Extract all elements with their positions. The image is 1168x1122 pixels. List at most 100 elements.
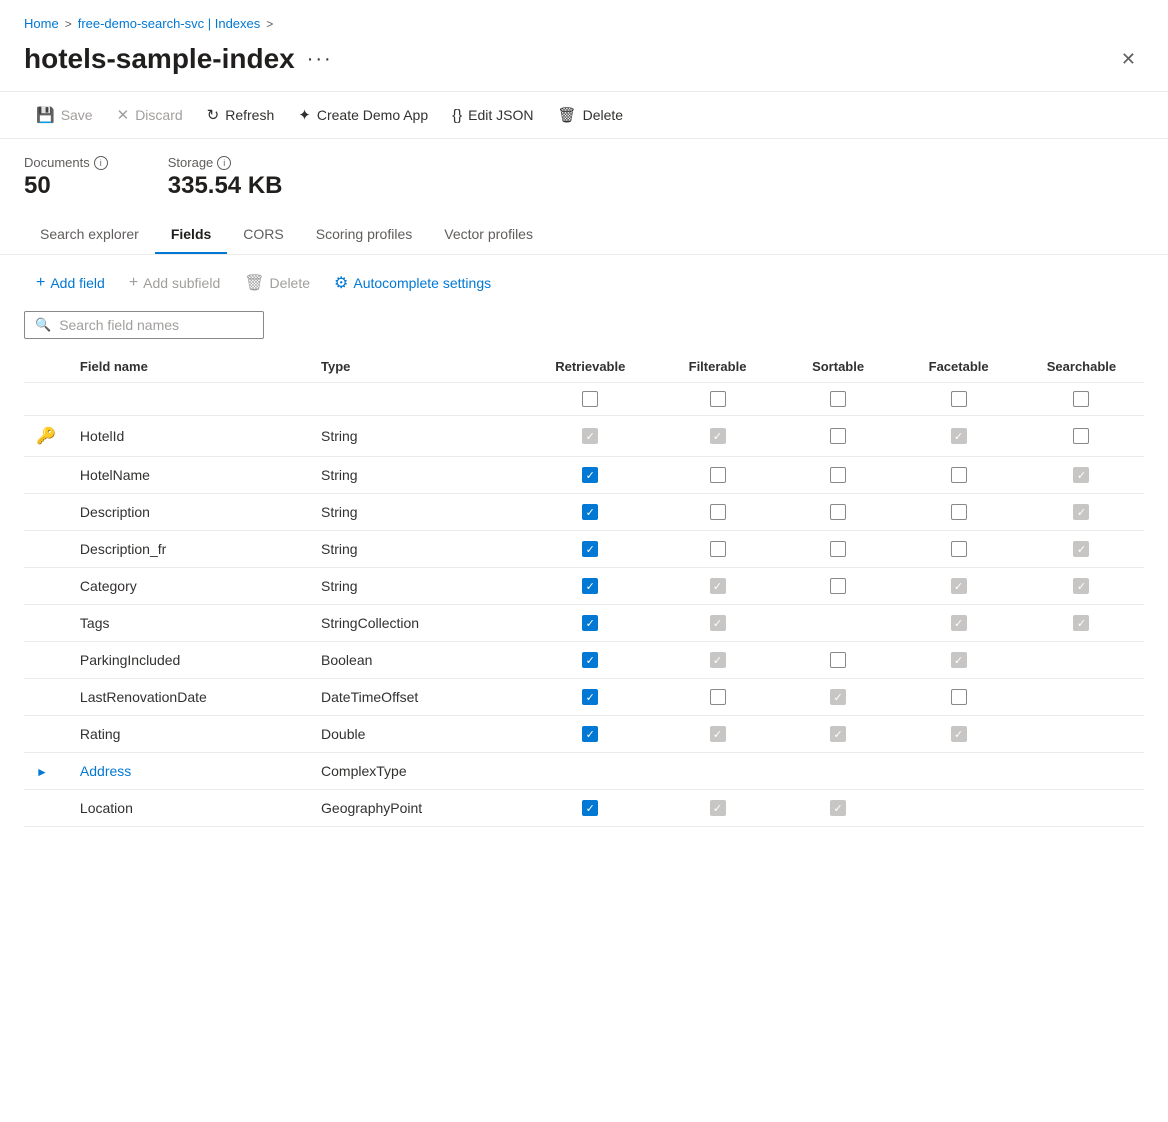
refresh-icon: ↻ xyxy=(207,106,220,124)
edit-json-button[interactable]: {} Edit JSON xyxy=(440,101,545,130)
field-filterable-cell xyxy=(657,790,778,827)
field-type-cell: String xyxy=(309,568,523,605)
checkbox-checked-blue[interactable] xyxy=(582,652,598,668)
checkbox-checked-gray[interactable] xyxy=(710,615,726,631)
checkbox-checked-gray[interactable] xyxy=(1073,578,1089,594)
tab-vector-profiles[interactable]: Vector profiles xyxy=(428,216,549,254)
breadcrumb-home[interactable]: Home xyxy=(24,16,59,31)
breadcrumb-service[interactable]: free-demo-search-svc | Indexes xyxy=(78,16,261,31)
checkbox-checked-blue[interactable] xyxy=(582,726,598,742)
storage-info-icon[interactable]: i xyxy=(217,156,231,170)
checkbox-checked-gray[interactable] xyxy=(710,652,726,668)
field-type-cell: String xyxy=(309,457,523,494)
breadcrumb-sep-1: > xyxy=(65,17,72,31)
more-options-button[interactable]: ··· xyxy=(307,48,333,71)
field-sortable-cell xyxy=(778,642,899,679)
refresh-button[interactable]: ↻ Refresh xyxy=(195,100,287,130)
add-subfield-button[interactable]: + Add subfield xyxy=(117,268,232,298)
field-name-cell: HotelId xyxy=(68,416,309,457)
checkbox-checked-gray[interactable] xyxy=(951,615,967,631)
tab-scoring-profiles[interactable]: Scoring profiles xyxy=(300,216,429,254)
documents-info-icon[interactable]: i xyxy=(94,156,108,170)
checkbox-empty[interactable] xyxy=(1073,428,1089,444)
delete-field-button[interactable]: 🗑 Delete xyxy=(232,267,322,299)
table-row: Category String xyxy=(24,568,1144,605)
checkbox-empty[interactable] xyxy=(951,541,967,557)
checkbox-empty[interactable] xyxy=(830,504,846,520)
checkbox-empty[interactable] xyxy=(951,689,967,705)
field-searchable-cell xyxy=(1019,790,1144,827)
checkbox-checked-blue[interactable] xyxy=(582,615,598,631)
checkbox-empty[interactable] xyxy=(951,504,967,520)
checkbox-checked-gray[interactable] xyxy=(1073,541,1089,557)
checkbox-checked-gray[interactable] xyxy=(951,652,967,668)
delete-button[interactable]: 🗑 Delete xyxy=(546,100,636,130)
checkbox-empty[interactable] xyxy=(710,504,726,520)
checkbox-empty[interactable] xyxy=(710,541,726,557)
checkbox-checked-blue[interactable] xyxy=(582,541,598,557)
col-header-retrievable: Retrievable xyxy=(523,351,657,383)
checkbox-checked-gray[interactable] xyxy=(1073,504,1089,520)
create-demo-app-button[interactable]: ✦ Create Demo App xyxy=(286,100,440,130)
tab-cors[interactable]: CORS xyxy=(227,216,299,254)
field-retrievable-cell xyxy=(523,642,657,679)
add-field-button[interactable]: + Add field xyxy=(24,268,117,298)
checkbox-checked-gray[interactable] xyxy=(830,726,846,742)
select-all-facetable[interactable] xyxy=(951,391,967,407)
field-type-cell: ComplexType xyxy=(309,753,523,790)
expand-icon-cell: ► xyxy=(24,753,68,790)
checkbox-checked-gray[interactable] xyxy=(1073,467,1089,483)
checkbox-checked-gray[interactable] xyxy=(710,428,726,444)
checkbox-checked-gray[interactable] xyxy=(1073,615,1089,631)
checkbox-checked-blue[interactable] xyxy=(582,800,598,816)
documents-value: 50 xyxy=(24,172,108,200)
field-search-box[interactable]: 🔍 xyxy=(24,311,264,339)
checkbox-empty[interactable] xyxy=(830,541,846,557)
empty-icon-cell xyxy=(24,531,68,568)
checkbox-checked-gray[interactable] xyxy=(951,428,967,444)
checkbox-empty[interactable] xyxy=(830,578,846,594)
field-facetable-cell xyxy=(898,416,1019,457)
main-page: Home > free-demo-search-svc | Indexes > … xyxy=(0,0,1168,1122)
save-button[interactable]: 💾 Save xyxy=(24,100,105,130)
field-searchable-cell xyxy=(1019,753,1144,790)
select-all-filterable[interactable] xyxy=(710,391,726,407)
checkbox-empty[interactable] xyxy=(710,689,726,705)
tab-fields[interactable]: Fields xyxy=(155,216,227,254)
checkbox-checked-gray[interactable] xyxy=(582,428,598,444)
table-row: ► Address ComplexType xyxy=(24,753,1144,790)
field-name-cell: Address xyxy=(68,753,309,790)
empty-icon-cell xyxy=(24,457,68,494)
checkbox-empty[interactable] xyxy=(830,428,846,444)
checkbox-checked-blue[interactable] xyxy=(582,578,598,594)
checkbox-empty[interactable] xyxy=(710,467,726,483)
checkbox-checked-gray[interactable] xyxy=(710,578,726,594)
checkbox-checked-blue[interactable] xyxy=(582,689,598,705)
checkbox-checked-gray[interactable] xyxy=(710,800,726,816)
select-all-searchable[interactable] xyxy=(1073,391,1089,407)
checkbox-checked-gray[interactable] xyxy=(951,578,967,594)
field-type-cell: StringCollection xyxy=(309,605,523,642)
empty-icon-cell xyxy=(24,568,68,605)
field-sortable-cell xyxy=(778,568,899,605)
checkbox-checked-blue[interactable] xyxy=(582,504,598,520)
checkbox-empty[interactable] xyxy=(830,652,846,668)
select-all-retrievable[interactable] xyxy=(582,391,598,407)
tab-search-explorer[interactable]: Search explorer xyxy=(24,216,155,254)
field-searchable-cell xyxy=(1019,568,1144,605)
checkbox-checked-gray[interactable] xyxy=(830,689,846,705)
checkbox-checked-gray[interactable] xyxy=(710,726,726,742)
checkbox-empty[interactable] xyxy=(951,467,967,483)
checkbox-checked-gray[interactable] xyxy=(830,800,846,816)
autocomplete-settings-button[interactable]: ⚙ Autocomplete settings xyxy=(322,267,503,299)
checkbox-empty[interactable] xyxy=(830,467,846,483)
field-searchable-cell xyxy=(1019,716,1144,753)
expand-icon[interactable]: ► xyxy=(36,765,48,779)
field-facetable-cell xyxy=(898,753,1019,790)
close-button[interactable]: ✕ xyxy=(1113,45,1144,74)
select-all-sortable[interactable] xyxy=(830,391,846,407)
discard-button[interactable]: ✕ Discard xyxy=(105,100,195,130)
checkbox-checked-blue[interactable] xyxy=(582,467,598,483)
search-field-names-input[interactable] xyxy=(59,317,253,333)
checkbox-checked-gray[interactable] xyxy=(951,726,967,742)
